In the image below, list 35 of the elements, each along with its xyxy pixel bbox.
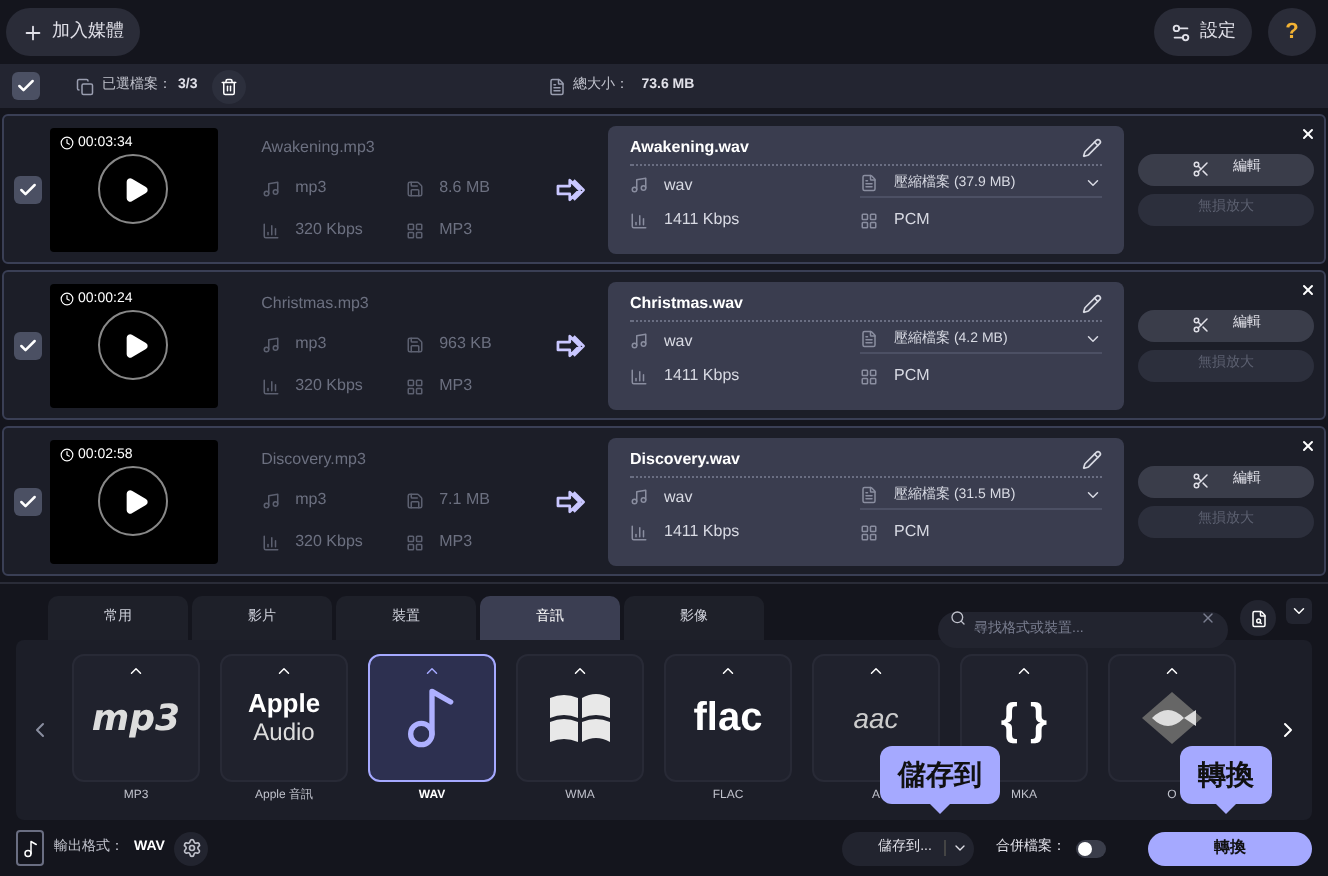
output-codec: PCM (894, 364, 930, 388)
source-size: 8.6 MB (439, 176, 490, 200)
format-logo: flac (693, 694, 763, 744)
source-codec: MP3 (439, 374, 473, 398)
tooltip: 轉換 (1180, 746, 1272, 814)
source-bitrate: 320 Kbps (295, 218, 363, 242)
format-logo: aac (853, 699, 899, 737)
output-file-name: Christmas.wav (630, 291, 745, 315)
output-format: wav (664, 485, 693, 510)
output-codec: PCM (894, 208, 930, 232)
source-format: mp3 (295, 176, 327, 200)
source-codec: MP3 (439, 530, 473, 554)
format-logo-subtext: Audio (253, 719, 315, 746)
source-codec: MP3 (439, 218, 473, 242)
format-logo: Apple (247, 690, 321, 720)
output-bitrate: 1411 Kbps (664, 208, 740, 232)
source-bitrate: 320 Kbps (295, 374, 363, 398)
output-file-name: Discovery.wav (630, 447, 742, 471)
output-format: wav (664, 173, 693, 198)
source-file-name: Awakening.mp3 (261, 136, 377, 160)
format-logo: mp3 (91, 695, 181, 743)
output-codec: PCM (894, 520, 930, 544)
source-size: 963 KB (439, 332, 492, 356)
source-file-name: Christmas.mp3 (261, 292, 371, 316)
tooltip: 儲存到 (880, 746, 1000, 814)
output-format: wav (664, 329, 693, 354)
format-logo: { } (1000, 691, 1048, 748)
source-file-name: Discovery.mp3 (261, 448, 368, 472)
source-format: mp3 (295, 488, 327, 512)
output-file-name: Awakening.wav (630, 135, 751, 159)
source-format: mp3 (295, 332, 327, 356)
source-bitrate: 320 Kbps (295, 530, 363, 554)
output-bitrate: 1411 Kbps (664, 364, 740, 388)
source-size: 7.1 MB (439, 488, 490, 512)
output-bitrate: 1411 Kbps (664, 520, 740, 544)
